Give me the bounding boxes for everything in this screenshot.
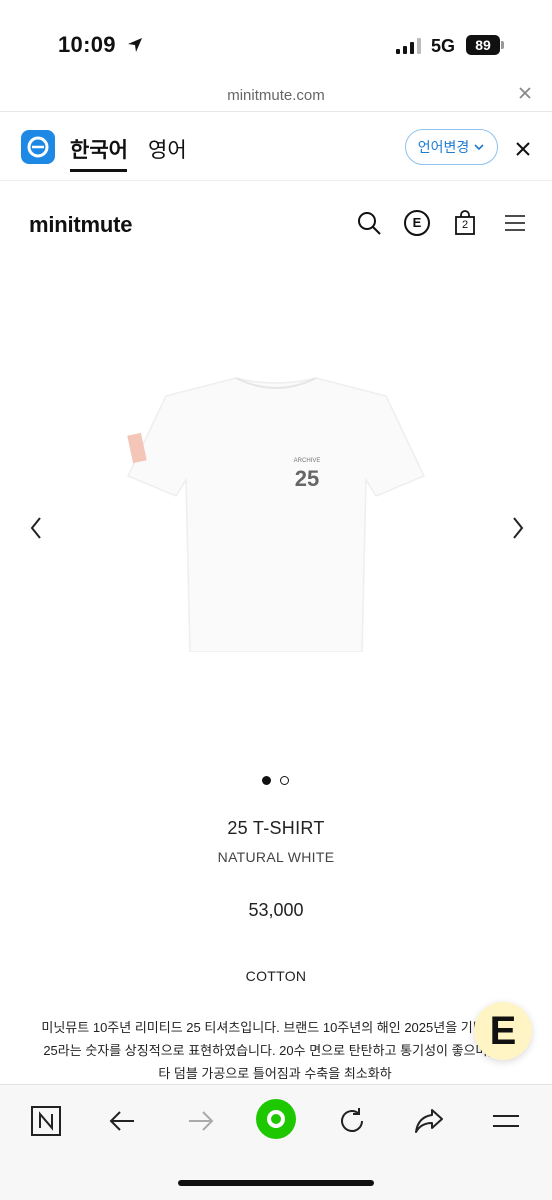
carousel-dot[interactable] xyxy=(280,776,289,785)
url-text[interactable]: minitmute.com xyxy=(0,87,552,104)
product-description: 미닛뮤트 10주년 리미티드 25 티셔츠입니다. 브랜드 10주년의 해인 2… xyxy=(41,1020,509,1081)
status-time: 10:09 xyxy=(58,32,116,57)
naver-home-button[interactable] xyxy=(28,1103,64,1139)
site-header: minitmute E 2 xyxy=(0,182,552,266)
print-large: 25 xyxy=(295,466,319,491)
floating-e-button[interactable]: E xyxy=(474,1002,532,1060)
carousel-dot-active[interactable] xyxy=(262,776,271,785)
signal-icon xyxy=(396,38,421,54)
brand-logo[interactable]: minitmute xyxy=(29,212,133,238)
search-icon[interactable] xyxy=(356,210,382,236)
carousel-indicator xyxy=(262,776,289,785)
translate-bar: 한국어 영어 언어변경 xyxy=(0,113,552,181)
menu-icon[interactable] xyxy=(502,210,528,236)
battery-icon: 89 xyxy=(466,35,500,55)
back-button[interactable] xyxy=(105,1103,141,1139)
chevron-down-icon xyxy=(474,144,484,151)
close-icon[interactable] xyxy=(515,141,531,157)
share-button[interactable] xyxy=(411,1103,447,1139)
naver-n-icon xyxy=(31,1106,61,1136)
tab-korean[interactable]: 한국어 xyxy=(70,134,128,164)
close-icon[interactable] xyxy=(518,86,532,100)
tab-english[interactable]: 영어 xyxy=(148,134,187,164)
cart-count: 2 xyxy=(461,219,469,231)
forward-button[interactable] xyxy=(182,1103,218,1139)
product-name: 25 T-SHIRT xyxy=(227,818,325,838)
change-language-label: 언어변경 xyxy=(417,139,470,155)
change-language-button[interactable]: 언어변경 xyxy=(405,129,498,165)
status-bar: 10:09 5G 89 xyxy=(0,0,552,80)
network-type: 5G xyxy=(431,36,456,56)
product-image: ARCHIVE 25 xyxy=(126,377,426,652)
arrow-right-icon xyxy=(189,1111,214,1131)
chevron-right-icon[interactable] xyxy=(508,514,528,542)
share-icon xyxy=(415,1109,443,1133)
battery-tip xyxy=(501,41,504,49)
product-price: 53,000 xyxy=(248,900,304,920)
print-small: ARCHIVE xyxy=(294,458,321,464)
fab-label: E xyxy=(489,1009,517,1053)
translate-app-icon xyxy=(21,130,55,164)
reload-button[interactable] xyxy=(334,1103,370,1139)
green-dot-icon xyxy=(267,1110,285,1128)
product-gallery[interactable]: ARCHIVE 25 xyxy=(0,266,552,766)
home-indicator xyxy=(178,1180,374,1186)
tab-active-underline xyxy=(70,169,127,172)
location-arrow-icon xyxy=(128,38,142,52)
green-dot-button[interactable] xyxy=(256,1099,296,1139)
address-bar[interactable]: minitmute.com xyxy=(0,80,552,112)
arrow-left-icon xyxy=(109,1111,134,1131)
refresh-icon xyxy=(341,1108,363,1132)
hamburger-icon xyxy=(493,1115,519,1127)
product-color: NATURAL WHITE xyxy=(217,849,335,865)
chevron-left-icon[interactable] xyxy=(26,514,46,542)
e-badge-icon[interactable]: E xyxy=(404,210,430,236)
menu-button[interactable] xyxy=(488,1103,524,1139)
product-material: COTTON xyxy=(245,968,307,984)
cart-button[interactable]: 2 xyxy=(452,210,478,236)
